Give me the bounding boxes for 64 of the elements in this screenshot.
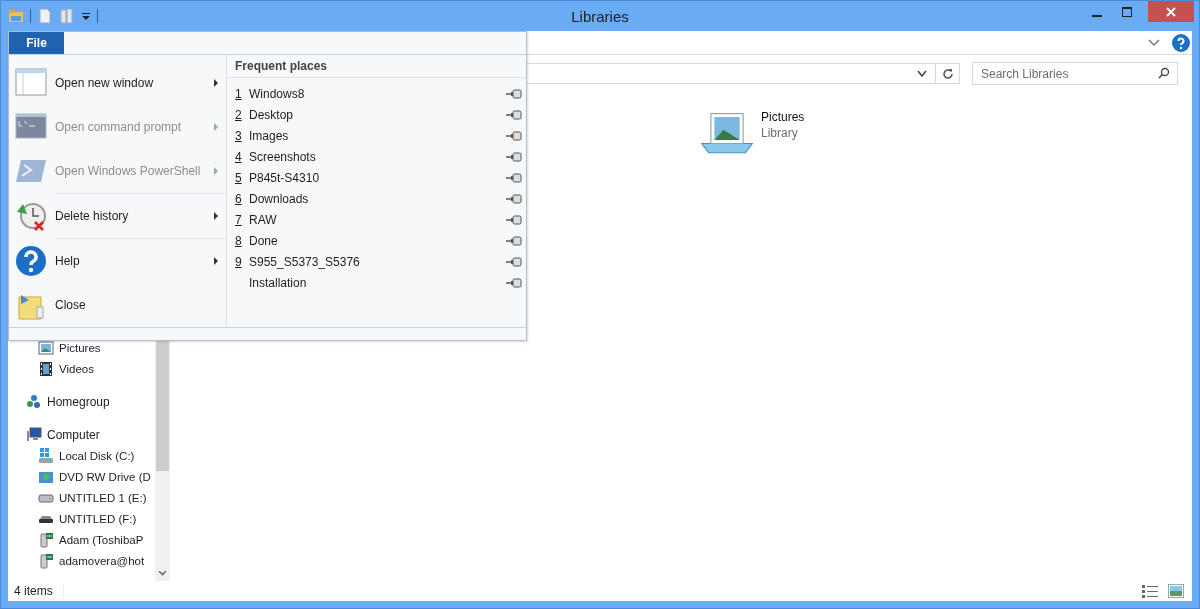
- menu-item[interactable]: Open new window: [9, 61, 226, 105]
- nav-item[interactable]: Homegroup: [8, 391, 155, 412]
- search-field[interactable]: Search Libraries: [972, 62, 1178, 85]
- menu-item[interactable]: 4 Screenshots: [227, 146, 526, 167]
- maximize-icon: [1122, 6, 1132, 17]
- details-view-icon[interactable]: [1142, 584, 1158, 598]
- menu-item[interactable]: 7 RAW: [227, 209, 526, 230]
- menu-item[interactable]: 3 Images: [227, 125, 526, 146]
- pin-icon[interactable]: [506, 214, 522, 225]
- minimize-icon: [1092, 14, 1102, 17]
- help-icon: [15, 245, 47, 277]
- nav-item[interactable]: UNTITLED 1 (E:): [8, 487, 155, 508]
- phone-icon: [38, 531, 54, 548]
- help-icon[interactable]: [1172, 33, 1190, 52]
- menu-item[interactable]: Close: [9, 283, 226, 327]
- computer-icon: [26, 426, 42, 443]
- customize-dropdown-icon[interactable]: [81, 11, 91, 21]
- item-count: 4 items: [14, 584, 64, 598]
- pin-icon[interactable]: [506, 172, 522, 183]
- nav-item[interactable]: adamovera@hot: [8, 550, 155, 571]
- menu-item[interactable]: 2 Desktop: [227, 104, 526, 125]
- large-icons-view-icon[interactable]: [1168, 584, 1184, 598]
- menu-item[interactable]: Installation: [227, 272, 526, 293]
- nav-item[interactable]: Local Disk (C:): [8, 445, 155, 466]
- nav-item[interactable]: Pictures: [8, 337, 155, 358]
- phone-icon: [38, 552, 54, 569]
- hard-drive-icon: [38, 447, 54, 464]
- chevron-down-icon[interactable]: [917, 69, 927, 78]
- menu-item[interactable]: Delete history: [9, 194, 226, 238]
- close-icon: [1166, 6, 1176, 17]
- nav-item[interactable]: Computer: [8, 424, 155, 445]
- pin-icon[interactable]: [506, 109, 522, 120]
- window-icon: [15, 67, 47, 99]
- menu-item[interactable]: 5 P845t-S4310: [227, 167, 526, 188]
- pin-icon[interactable]: [506, 193, 522, 204]
- pin-icon[interactable]: [506, 235, 522, 246]
- nav-item[interactable]: DVD RW Drive (D: [8, 466, 155, 487]
- section-heading: Frequent places: [227, 55, 526, 78]
- menu-item[interactable]: 6 Downloads: [227, 188, 526, 209]
- window-title: Libraries: [571, 8, 629, 25]
- close-button[interactable]: [1148, 1, 1194, 22]
- film-strip-icon: [38, 360, 54, 377]
- file-tab[interactable]: File: [9, 32, 64, 54]
- menu-item[interactable]: Help: [9, 239, 226, 283]
- nav-item[interactable]: Adam (ToshibaP: [8, 529, 155, 550]
- nav-item[interactable]: UNTITLED (F:): [8, 508, 155, 529]
- folder-icon: [8, 8, 24, 24]
- library-name[interactable]: Pictures: [761, 109, 805, 125]
- pin-icon[interactable]: [506, 130, 522, 141]
- refresh-icon: [941, 67, 954, 80]
- nav-item[interactable]: Videos: [8, 358, 155, 379]
- expand-ribbon-icon[interactable]: [1148, 38, 1160, 47]
- pin-icon[interactable]: [506, 277, 522, 288]
- search-icon[interactable]: [1158, 67, 1170, 79]
- pin-icon[interactable]: [506, 256, 522, 267]
- menu-item[interactable]: 8 Done: [227, 230, 526, 251]
- clock-arrow-icon: [15, 200, 47, 232]
- pin-icon[interactable]: [506, 88, 522, 99]
- menu-item[interactable]: 9 S955_S5373_S5376: [227, 251, 526, 272]
- homegroup-icon: [26, 393, 42, 410]
- scroll-down-icon[interactable]: [158, 570, 167, 577]
- pin-icon[interactable]: [506, 151, 522, 162]
- menu-item[interactable]: 1 Windows8: [227, 83, 526, 104]
- library-type: Library: [761, 125, 799, 141]
